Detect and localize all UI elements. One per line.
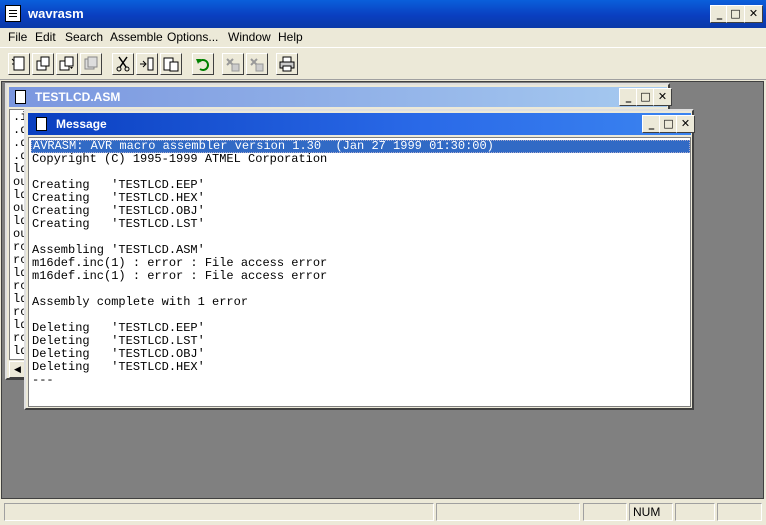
status-bar: NUM (0, 500, 766, 525)
find-next-icon (250, 58, 264, 72)
message-line[interactable]: m16def.inc(1) : error : File access erro… (31, 270, 690, 283)
undo-icon (196, 59, 209, 71)
menu-file[interactable]: File (8, 30, 27, 44)
save-all-button[interactable] (80, 53, 102, 75)
paste-button[interactable] (160, 53, 182, 75)
new-file-button[interactable] (8, 53, 30, 75)
cut-button[interactable] (112, 53, 134, 75)
maximize-button[interactable]: □ (726, 5, 745, 23)
status-pane-3 (583, 503, 627, 521)
message-line[interactable]: Deleting 'TESTLCD.HEX' (31, 361, 690, 374)
clipboard-icon (163, 57, 179, 72)
message-line[interactable]: --- (31, 374, 690, 387)
print-button[interactable] (276, 53, 298, 75)
status-pane-5 (675, 503, 715, 521)
copy-button[interactable] (136, 53, 158, 75)
undo-button[interactable] (192, 53, 214, 75)
message-close-button[interactable]: ✕ (676, 115, 695, 133)
menu-edit[interactable]: Edit (35, 30, 56, 44)
status-pane-main (4, 503, 434, 521)
document-title: TESTLCD.ASM (35, 90, 121, 104)
toolbar (0, 47, 766, 80)
menu-options[interactable]: Options... (167, 30, 218, 44)
copy-icon (140, 57, 154, 71)
document-icon (15, 90, 26, 104)
message-line[interactable]: Creating 'TESTLCD.LST' (31, 218, 690, 231)
scissors-icon (116, 56, 130, 72)
message-document-icon (36, 117, 47, 131)
find-button[interactable] (222, 53, 244, 75)
save-file-button[interactable] (56, 53, 78, 75)
find-next-button[interactable] (246, 53, 268, 75)
printer-icon (279, 56, 295, 72)
message-lines: AVRASM: AVR macro assembler version 1.30… (31, 140, 690, 387)
open-file-icon (36, 56, 50, 71)
status-num: NUM (629, 503, 673, 521)
message-line[interactable]: Assembly complete with 1 error (31, 296, 690, 309)
new-file-icon (11, 56, 25, 71)
message-title-bar[interactable]: Message _ □ ✕ (28, 113, 695, 135)
message-title: Message (56, 117, 107, 131)
save-all-icon (84, 56, 98, 70)
message-line[interactable]: Copyright (C) 1995-1999 ATMEL Corporatio… (31, 153, 690, 166)
message-window[interactable]: Message _ □ ✕ AVRASM: AVR macro assemble… (24, 109, 695, 410)
open-file-button[interactable] (32, 53, 54, 75)
menu-help[interactable]: Help (278, 30, 303, 44)
title-bar[interactable]: wavrasm _ □ ✕ (0, 0, 766, 28)
find-icon (226, 58, 240, 72)
document-title-bar[interactable]: TESTLCD.ASM _ □ ✕ (9, 87, 672, 107)
menu-window[interactable]: Window (228, 30, 271, 44)
status-pane-6 (717, 503, 762, 521)
message-list[interactable]: AVRASM: AVR macro assembler version 1.30… (28, 137, 691, 407)
app-icon[interactable] (5, 5, 21, 22)
document-close-button[interactable]: ✕ (653, 88, 672, 106)
app-title: wavrasm (28, 6, 84, 21)
status-pane-2 (436, 503, 580, 521)
menu-search[interactable]: Search (65, 30, 103, 44)
menu-assemble[interactable]: Assemble (110, 30, 163, 44)
save-file-icon (59, 56, 74, 71)
close-button[interactable]: ✕ (744, 5, 763, 23)
menu-bar: File Edit Search Assemble Options... Win… (0, 28, 766, 47)
